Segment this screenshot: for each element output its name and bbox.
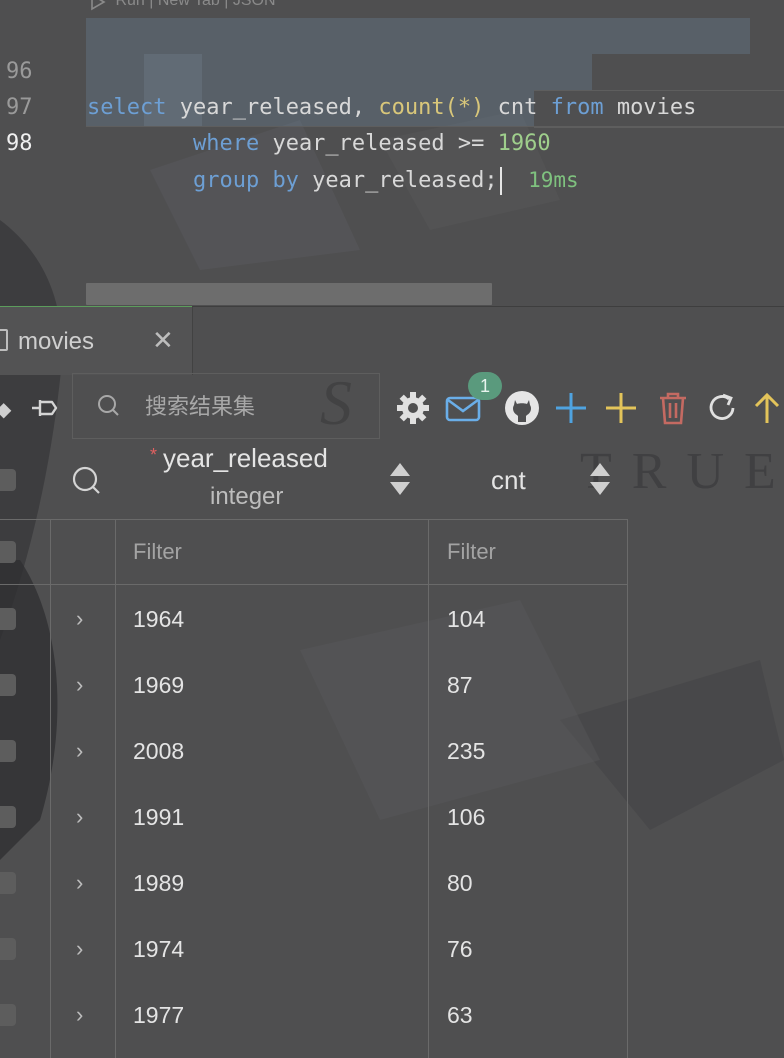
cell-year-released[interactable]: 1991 [133,804,184,831]
cell-cnt[interactable]: 80 [447,870,473,897]
column-header-cnt[interactable]: cnt [491,465,526,496]
chevron-right-icon[interactable]: › [76,606,83,632]
cell-cnt[interactable]: 87 [447,672,473,699]
row-checkbox[interactable] [0,608,16,630]
sort-icon[interactable] [389,461,411,497]
cell-cnt[interactable]: 76 [447,936,473,963]
arrow-icon[interactable]: ◆ [0,397,11,422]
result-grid: Filter Filter › 1964 104 › 1969 87 › 200… [0,519,628,1058]
chevron-right-icon[interactable]: › [76,870,83,896]
file-icon [0,329,8,351]
chevron-right-icon[interactable]: › [76,672,83,698]
column-name: year_released [163,443,328,473]
cell-year-released[interactable]: 1969 [133,672,184,699]
code-line-96[interactable]: 96 select year_released, count(*) cnt fr… [0,18,784,120]
select-all-checkbox[interactable] [0,469,16,491]
row-checkbox[interactable] [0,938,16,960]
codelens-label[interactable]: Run | New Tab | JSON [115,0,275,9]
chevron-right-icon[interactable]: › [76,738,83,764]
code-token: 1960 [497,131,551,156]
horizontal-scrollbar[interactable] [86,283,492,305]
code-token: where [192,131,260,156]
row-checkbox[interactable] [0,806,16,828]
code-token: year_released; [298,168,498,193]
filter-input-year-released[interactable]: Filter [133,539,182,565]
result-toolbar: ◆ [0,373,784,441]
code-line-97[interactable]: 97 where year_released >= 1960 [0,54,784,156]
cell-cnt[interactable]: 104 [447,606,485,633]
sql-editor[interactable]: Run | New Tab | JSON 96 select year_rele… [0,0,784,305]
tab-movies[interactable]: movies ✕ [0,307,193,375]
chevron-right-icon[interactable]: › [76,1002,83,1028]
codelens-actions[interactable]: Run | New Tab | JSON [90,0,276,11]
table-row[interactable]: › 1977 63 [0,982,628,1048]
code-token: group by [192,168,299,193]
chevron-right-icon[interactable]: › [76,936,83,962]
cell-year-released[interactable]: 1977 [133,1002,184,1029]
tab-label: movies [18,328,95,355]
export-icon[interactable] [748,389,784,427]
result-search-box[interactable] [72,373,380,439]
delete-icon[interactable] [654,389,692,427]
grid-header: * year_released integer cnt [0,441,784,519]
cell-cnt[interactable]: 106 [447,804,485,831]
settings-icon[interactable] [394,389,432,427]
text-cursor [499,167,502,195]
cell-year-released[interactable]: 1964 [133,606,184,633]
refresh-icon[interactable] [703,389,741,427]
filter-input-cnt[interactable]: Filter [447,539,496,565]
search-input[interactable] [143,388,367,426]
row-checkbox[interactable] [0,1004,16,1026]
grid-divider [0,584,628,585]
cell-cnt[interactable]: 63 [447,1002,473,1029]
sort-icon[interactable] [589,461,611,497]
chevron-right-icon[interactable]: › [76,804,83,830]
github-icon[interactable] [503,389,541,427]
close-icon[interactable]: ✕ [152,325,174,356]
filter-row-checkbox[interactable] [0,541,16,563]
execution-time: 19ms [528,168,579,192]
table-row[interactable]: › 1989 80 [0,850,628,916]
code-line-98[interactable]: 98 group by year_released; 19ms [0,90,784,195]
notification-badge: 1 [468,372,502,400]
result-tabbar: movies ✕ [0,307,784,375]
cell-year-released[interactable]: 2008 [133,738,184,765]
add-column-icon[interactable] [602,389,640,427]
line-number: 98 [6,131,33,156]
column-search-icon[interactable] [72,466,100,494]
row-checkbox[interactable] [0,872,16,894]
table-row[interactable]: › 1964 104 [0,586,628,652]
row-checkbox[interactable] [0,674,16,696]
search-icon [98,395,119,416]
column-header-year-released[interactable]: * year_released integer [150,443,380,510]
cell-year-released[interactable]: 1989 [133,870,184,897]
table-row[interactable]: › 1974 76 [0,916,628,982]
cell-year-released[interactable]: 1974 [133,936,184,963]
table-row[interactable]: › 2008 235 [0,718,628,784]
code-token: year_released >= [259,131,498,156]
row-checkbox[interactable] [0,740,16,762]
pin-icon[interactable] [28,391,62,425]
table-row[interactable]: › 1969 87 [0,652,628,718]
column-type: integer [210,483,284,510]
add-row-icon[interactable] [552,389,590,427]
cell-cnt[interactable]: 235 [447,738,485,765]
required-marker: * [150,445,158,465]
table-row[interactable]: › 1991 106 [0,784,628,850]
grid-divider [0,519,628,520]
